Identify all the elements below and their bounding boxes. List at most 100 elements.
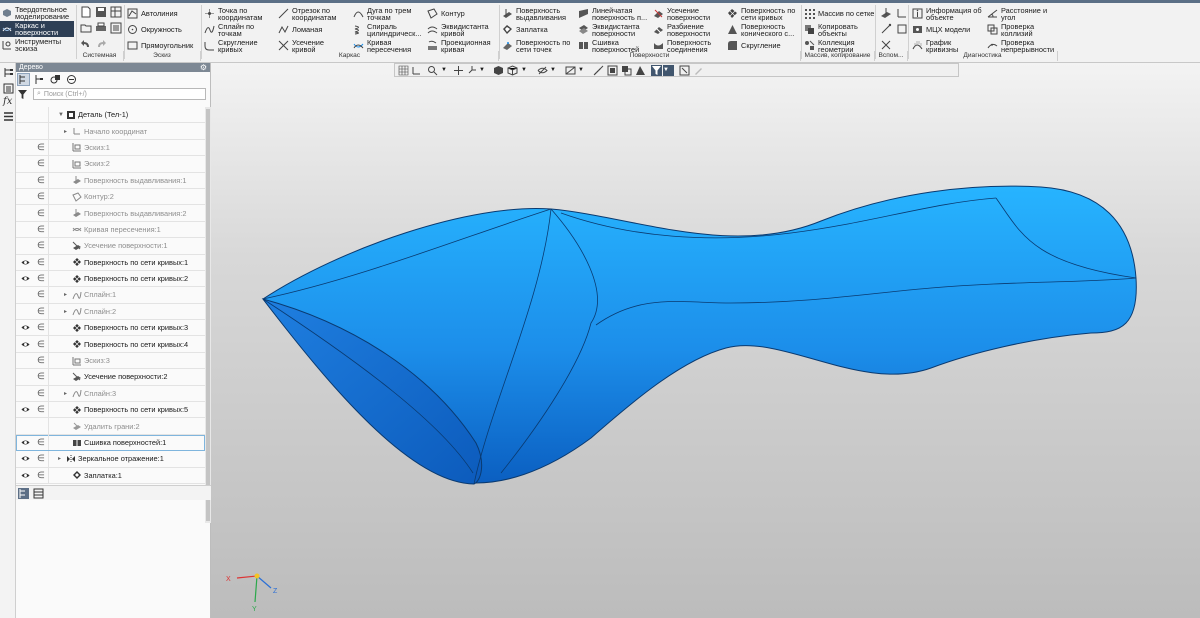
- tree-row[interactable]: ▼ Деталь (Тел-1): [16, 107, 205, 124]
- open-icon[interactable]: [80, 22, 92, 34]
- dependency-icon[interactable]: ∈: [37, 224, 45, 235]
- dependency-icon[interactable]: ∈: [37, 371, 45, 382]
- split-surface-button[interactable]: Разбиение поверхности: [653, 22, 710, 37]
- properties-panel-icon[interactable]: [3, 83, 14, 94]
- dependency-icon[interactable]: ∈: [37, 289, 45, 300]
- tree-row[interactable]: ∈ Поверхность по сети кривых:5: [16, 402, 205, 419]
- tree-row[interactable]: ∈ ▸ Сплайн:2: [16, 303, 205, 321]
- dependency-icon[interactable]: ∈: [37, 388, 45, 399]
- object-info-button[interactable]: Информация об объекте: [912, 6, 982, 21]
- eye-icon[interactable]: [21, 274, 30, 283]
- aux-cs-icon[interactable]: [896, 7, 908, 19]
- dependency-icon[interactable]: ∈: [37, 453, 45, 464]
- spline-by-points-button[interactable]: Сплайн по точкам: [204, 22, 254, 37]
- distance-angle-button[interactable]: Расстояние и угол: [987, 6, 1047, 21]
- eye-icon[interactable]: [21, 340, 30, 349]
- tree-components-icon[interactable]: [50, 74, 61, 85]
- 3d-viewport[interactable]: ▼ ▼ ▼ ▼ ▼ ▼ X Z Y: [211, 63, 1200, 618]
- tree-tab-list-icon[interactable]: [33, 488, 44, 499]
- tree-build-order-icon[interactable]: [34, 74, 45, 85]
- dependency-icon[interactable]: ∈: [37, 158, 45, 169]
- dependency-icon[interactable]: ∈: [37, 257, 45, 268]
- eye-icon[interactable]: [21, 438, 30, 447]
- copy-objects-button[interactable]: Копировать объекты: [804, 22, 858, 37]
- tree-scrollbar-thumb[interactable]: [206, 109, 210, 521]
- tree-row[interactable]: ∈ ▸ Зеркальное отражение:1: [16, 451, 205, 468]
- expand-arrow-icon[interactable]: ▼: [58, 112, 64, 118]
- dependency-icon[interactable]: ∈: [37, 240, 45, 251]
- tree-row[interactable]: ∈ Поверхность по сети кривых:2: [16, 270, 205, 288]
- tree-search-input[interactable]: ⌕ Поиск (Ctrl+/): [33, 88, 206, 100]
- autoline-button[interactable]: Автолиния: [127, 6, 178, 21]
- collision-check-button[interactable]: Проверка коллизий: [987, 22, 1034, 37]
- surface-model[interactable]: [211, 63, 1200, 618]
- tree-row[interactable]: ∈ ▸ Сплайн:1: [16, 287, 205, 304]
- surface-by-curves-button[interactable]: Поверхность по сети кривых: [727, 6, 795, 21]
- tree-structure-icon[interactable]: [17, 73, 30, 86]
- expand-arrow-icon[interactable]: ▸: [64, 291, 67, 298]
- linear-surface-button[interactable]: Линейчатая поверхность п...: [578, 6, 647, 21]
- dependency-icon[interactable]: ∈: [37, 470, 45, 481]
- dependency-icon[interactable]: ∈: [37, 273, 45, 284]
- segment-by-coords-button[interactable]: Отрезок по координатам: [278, 6, 336, 21]
- dependency-icon[interactable]: ∈: [37, 322, 45, 333]
- tree-row[interactable]: ∈ Эскиз:2: [16, 156, 205, 173]
- tree-row[interactable]: ∈ Усечение поверхности:1: [16, 238, 205, 255]
- extrude-surface-button[interactable]: Поверхность выдавливания: [502, 6, 566, 21]
- mode-surface-modeling[interactable]: Каркас и поверхности: [0, 21, 74, 37]
- circle-button[interactable]: Окружность: [127, 22, 182, 37]
- eye-icon[interactable]: [21, 454, 30, 463]
- dependency-icon[interactable]: ∈: [37, 208, 45, 219]
- dependency-icon[interactable]: ∈: [37, 437, 45, 448]
- aux-point-icon[interactable]: [880, 39, 892, 51]
- tree-tab-icon[interactable]: [18, 487, 29, 499]
- mode-solid-modeling[interactable]: Твердотельное моделирование: [0, 5, 74, 21]
- expand-arrow-icon[interactable]: ▸: [64, 390, 67, 397]
- gear-icon[interactable]: ⚙: [200, 63, 207, 72]
- eye-icon[interactable]: [21, 323, 30, 332]
- eye-icon[interactable]: [21, 258, 30, 267]
- print-icon[interactable]: [95, 22, 107, 34]
- tree-row[interactable]: ∈ Поверхность по сети кривых:4: [16, 336, 205, 353]
- tree-row[interactable]: ∈ Поверхность выдавливания:2: [16, 205, 205, 222]
- tree-row[interactable]: ∈ Поверхность по сети кривых:3: [16, 320, 205, 337]
- polyline-button[interactable]: Ломаная: [278, 22, 322, 37]
- dependency-icon[interactable]: ∈: [37, 175, 45, 186]
- tree-filter-icon[interactable]: [66, 74, 77, 85]
- dependency-icon[interactable]: ∈: [37, 306, 45, 317]
- properties-icon[interactable]: [110, 22, 122, 34]
- dependency-icon[interactable]: ∈: [37, 404, 45, 415]
- conic-surface-button[interactable]: Поверхность конического с...: [727, 22, 794, 37]
- tree-row[interactable]: Удалить грани:2: [16, 418, 205, 435]
- cylindrical-spiral-button[interactable]: Спираль цилиндрическ...: [353, 22, 421, 37]
- dependency-icon[interactable]: ∈: [37, 339, 45, 350]
- eye-icon[interactable]: [21, 471, 30, 480]
- tree-panel-icon[interactable]: [3, 67, 14, 78]
- tree-row[interactable]: ▸ Начало координат: [16, 123, 205, 140]
- expand-arrow-icon[interactable]: ▸: [64, 128, 67, 135]
- aux-plane-icon[interactable]: [880, 7, 892, 19]
- tree-row[interactable]: ∈ Кривая пересечения:1: [16, 221, 205, 239]
- mass-properties-button[interactable]: МЦХ модели: [912, 22, 970, 37]
- redo-icon[interactable]: [95, 38, 107, 50]
- tree-row[interactable]: ∈ Эскиз:1: [16, 139, 205, 157]
- arc-three-points-button[interactable]: Дуга по трем точкам: [353, 6, 411, 21]
- save-icon[interactable]: [95, 6, 107, 18]
- menu-icon[interactable]: [3, 111, 14, 122]
- tree-row[interactable]: ∈ Поверхность выдавливания:1: [16, 172, 205, 189]
- contour-button[interactable]: Контур: [427, 6, 465, 21]
- dependency-icon[interactable]: ∈: [37, 142, 45, 153]
- dependency-icon[interactable]: ∈: [37, 191, 45, 202]
- tree-row[interactable]: ∈ ▸ Сплайн:3: [16, 385, 205, 403]
- point-by-coords-button[interactable]: Точка по координатам: [204, 6, 262, 21]
- tree-row[interactable]: ∈ Усечение поверхности:2: [16, 369, 205, 386]
- filter-icon[interactable]: [18, 89, 27, 99]
- tree-row[interactable]: ∈ Поверхность по сети кривых:1: [16, 254, 205, 271]
- grid-array-button[interactable]: Массив по сетке: [804, 6, 874, 21]
- expand-arrow-icon[interactable]: ▸: [64, 308, 67, 315]
- aux-axis-icon[interactable]: [880, 23, 892, 35]
- dependency-icon[interactable]: ∈: [37, 355, 45, 366]
- variables-icon[interactable]: 𝑓x: [3, 96, 14, 107]
- aux-sketch-icon[interactable]: [896, 23, 908, 35]
- expand-arrow-icon[interactable]: ▸: [58, 455, 61, 462]
